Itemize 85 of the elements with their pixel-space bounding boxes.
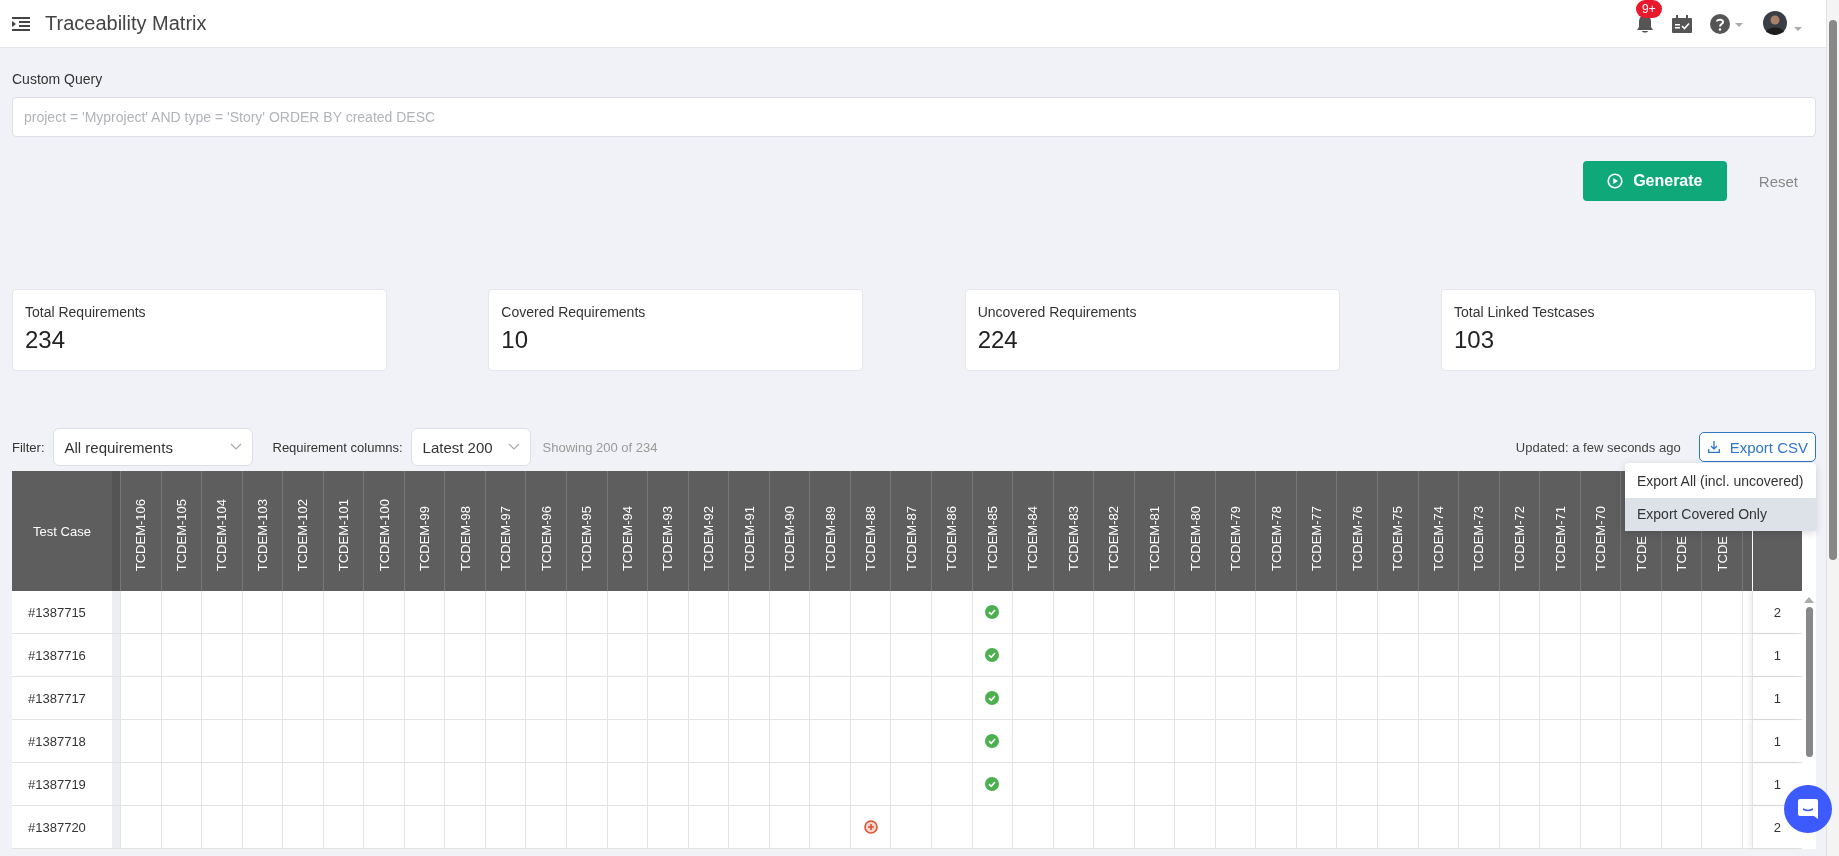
column-header: TCDEM-103	[254, 498, 270, 571]
export-button[interactable]: Export CSV	[1698, 432, 1816, 462]
column-header: TCDEM-82	[1106, 506, 1122, 571]
table-cell: 2	[1752, 591, 1802, 633]
column-header: TCDEM-88	[863, 506, 879, 571]
stat-value: 224	[977, 326, 1019, 354]
download-icon	[1707, 441, 1720, 453]
column-header: TCDEM-98	[457, 506, 473, 571]
column-header: TCDEM-90	[782, 506, 798, 571]
column-header: TCDE	[1714, 535, 1730, 571]
play-circle-icon	[1607, 173, 1624, 189]
avatar-icon[interactable]	[1762, 9, 1802, 38]
columns-dropdown[interactable]: Latest 200	[410, 428, 531, 466]
column-header: TCDEM-73	[1471, 506, 1487, 571]
column-header: TCDEM-76	[1349, 506, 1365, 571]
check-circle-icon	[985, 648, 1000, 662]
column-header: TCDEM-97	[498, 506, 514, 571]
chat-icon	[1797, 798, 1819, 820]
column-header: TCDEM-78	[1268, 506, 1284, 571]
plus-circle-icon	[863, 820, 878, 834]
filter-dropdown[interactable]: All requirements	[52, 428, 253, 466]
scroll-up-icon	[1804, 597, 1814, 603]
column-header: TCDEM-99	[417, 506, 433, 571]
column-header: TCDEM-83	[1065, 506, 1081, 571]
stat-value: 103	[1454, 326, 1496, 354]
column-header: TCDEM-91	[741, 506, 757, 571]
column-header: TCDEM-70	[1593, 506, 1609, 571]
scroll-thumb[interactable]	[1829, 20, 1837, 560]
table-cell: 1	[1752, 677, 1802, 719]
table-cell: 1	[1752, 720, 1802, 762]
stat-label: Total Requirements	[25, 304, 147, 320]
column-header: TCDEM-102	[295, 498, 311, 571]
column-header: TCDEM-84	[1025, 506, 1041, 571]
stat-label: Uncovered Requirements	[977, 304, 1138, 320]
check-circle-icon	[985, 691, 1000, 705]
column-header: TCDEM-100	[376, 498, 392, 571]
column-header: TCDE	[1674, 535, 1690, 571]
stat-label: Total Linked Testcases	[1454, 304, 1596, 320]
column-header: TCDE	[1633, 535, 1649, 571]
menu-item[interactable]: Export All (incl. uncovered)	[1625, 465, 1816, 498]
column-header: TCDEM-95	[579, 506, 595, 571]
table-cell: #1387720	[12, 806, 120, 848]
stat-label: Covered Requirements	[501, 304, 647, 320]
column-header: TCDEM-77	[1309, 506, 1325, 571]
chevron-down-icon	[507, 443, 520, 451]
menu-icon[interactable]	[12, 16, 30, 31]
column-header: TCDEM-85	[984, 506, 1000, 571]
help-icon[interactable]	[1710, 13, 1744, 34]
chevron-down-icon	[229, 443, 242, 451]
column-header: TCDEM-106	[133, 498, 149, 571]
scrollbar[interactable]	[1826, 0, 1839, 856]
column-header: TCDEM-81	[1147, 506, 1162, 571]
field-label: Custom Query	[12, 71, 104, 87]
column-header: TCDEM-104	[214, 498, 230, 571]
table-cell: 1	[1752, 634, 1802, 676]
column-header: TCDEM-93	[660, 506, 676, 571]
scroll-thumb[interactable]	[1805, 607, 1813, 757]
filter-label: Filter:	[12, 439, 45, 455]
column-header: TCDEM-71	[1552, 506, 1568, 571]
check-circle-icon	[985, 605, 1000, 619]
check-circle-icon	[985, 734, 1000, 748]
notification-badge: 9+	[1636, 0, 1662, 18]
column-header: TCDEM-72	[1511, 506, 1527, 571]
stat-value: 10	[501, 326, 530, 354]
column-header: TCDEM-92	[700, 506, 716, 571]
check-circle-icon	[985, 777, 1000, 791]
column-header: TCDEM-74	[1430, 506, 1446, 571]
column-header: TCDEM-101	[336, 498, 351, 571]
column-header: TCDEM-105	[173, 498, 189, 571]
column-header: TCDEM-80	[1187, 506, 1203, 571]
columns-label: Requirement columns:	[272, 439, 403, 455]
stat-value: 234	[25, 326, 67, 354]
column-header: TCDEM-89	[822, 506, 838, 571]
menu-item[interactable]: Export Covered Only	[1625, 498, 1816, 531]
column-header: TCDEM-94	[619, 506, 635, 571]
column-header: TCDEM-86	[944, 506, 960, 571]
column-header: TCDEM-87	[903, 506, 919, 571]
column-header: TCDEM-79	[1228, 506, 1244, 571]
query-field[interactable]: project = 'Myproject' AND type = 'Story' ORDER BY created DESC	[12, 97, 1816, 137]
calendar-check-icon[interactable]	[1672, 14, 1692, 33]
page-title: Traceability Matrix	[45, 12, 207, 35]
column-header: TCDEM-96	[538, 506, 554, 571]
updated-time: Updated: a few seconds ago	[1515, 439, 1681, 455]
column-header: TCDEM-75	[1390, 506, 1406, 571]
showing-count: Showing 200 of 234	[542, 439, 658, 455]
